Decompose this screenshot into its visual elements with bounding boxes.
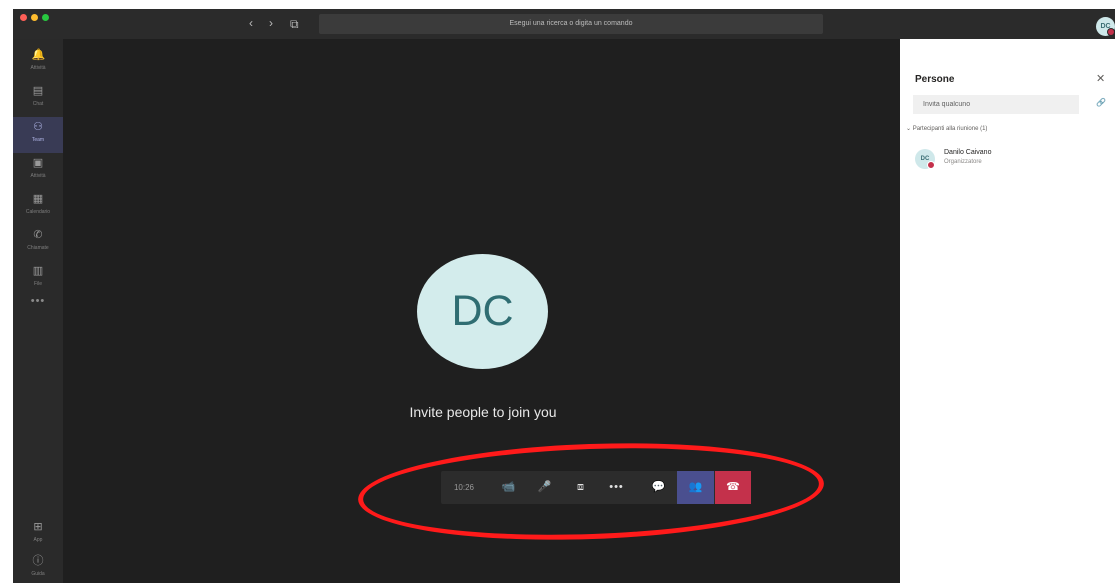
rail-item-label: App — [33, 537, 43, 543]
rail-item-calendar[interactable]: ▦ Calendario — [13, 189, 63, 225]
participant-name: Danilo Caivano — [944, 149, 992, 156]
rail-item-label: Guida — [31, 571, 45, 577]
rail-item-label: Calendario — [25, 209, 51, 215]
close-icon[interactable]: ✕ — [1096, 72, 1105, 85]
invite-someone-input[interactable] — [913, 95, 1079, 114]
phone-icon: ✆ — [33, 229, 43, 241]
briefcase-icon: ▣ — [32, 157, 44, 169]
hang-up-icon[interactable]: ☎ — [715, 471, 751, 504]
rail-item-label: Attività — [30, 173, 46, 179]
panel-title: Persone — [915, 74, 955, 85]
minimize-window-button[interactable] — [31, 14, 38, 21]
compose-icon[interactable]: ⧉ — [290, 16, 299, 32]
share-screen-icon[interactable]: ⧈ — [563, 471, 598, 504]
meeting-stage: DC Invite people to join you 10:26 📹 🎤 ⧈… — [63, 39, 900, 583]
participant-avatar: DC — [417, 254, 548, 369]
close-window-button[interactable] — [20, 14, 27, 21]
command-search-bar[interactable]: Esegui una ricerca o digita un comando — [319, 14, 823, 34]
profile-avatar[interactable]: DC — [1096, 17, 1115, 36]
rail-item-chat[interactable]: ▤ Chat — [13, 81, 63, 117]
participant-row[interactable]: DC Danilo Caivano Organizzatore — [915, 145, 1105, 173]
meeting-chat-icon[interactable]: 💬 — [641, 471, 676, 504]
more-actions-icon[interactable]: ••• — [599, 471, 634, 504]
back-icon[interactable]: ‹ — [249, 15, 253, 31]
rail-item-teams[interactable]: ⚇ Team — [13, 117, 63, 153]
rail-item-files[interactable]: ▥ File — [13, 261, 63, 297]
camera-toggle-icon[interactable]: 📹 — [491, 471, 526, 504]
invite-message: Invite people to join you — [409, 404, 557, 420]
zoom-window-button[interactable] — [42, 14, 49, 21]
people-panel: Persone ✕ 🔗 ⌄ Partecipanti alla riunione… — [900, 39, 1115, 583]
microphone-toggle-icon[interactable]: 🎤 — [527, 471, 562, 504]
rail-item-label: File — [33, 281, 43, 287]
share-invite-link-icon[interactable]: 🔗 — [1096, 98, 1106, 107]
participants-section-header[interactable]: ⌄ Partecipanti alla riunione (1) — [906, 125, 987, 132]
more-apps-icon[interactable]: ••• — [13, 295, 63, 307]
rail-item-assignments[interactable]: ▣ Attività — [13, 153, 63, 189]
apps-icon: ⊞ — [33, 521, 43, 533]
app-rail: 🔔 Attività ▤ Chat ⚇ Team ▣ Attività ▦ Ca… — [13, 39, 63, 583]
title-bar: ‹ › ⧉ Esegui una ricerca o digita un com… — [13, 9, 1115, 39]
chevron-down-icon: ⌄ — [906, 126, 913, 132]
calendar-icon: ▦ — [32, 193, 44, 205]
rail-item-help[interactable]: ⓘ Guida — [13, 551, 63, 583]
rail-item-apps[interactable]: ⊞ App — [13, 517, 63, 553]
rail-item-label: Chat — [32, 101, 44, 107]
teams-icon: ⚇ — [33, 121, 43, 133]
participants-section-label: Partecipanti alla riunione (1) — [912, 126, 988, 132]
forward-icon[interactable]: › — [269, 15, 273, 31]
rail-item-label: Attività — [30, 65, 46, 71]
bell-icon: 🔔 — [31, 49, 46, 61]
participant-row-avatar: DC — [915, 149, 935, 169]
chat-icon: ▤ — [32, 85, 44, 97]
call-timer: 10:26 — [453, 483, 475, 492]
rail-item-calls[interactable]: ✆ Chiamate — [13, 225, 63, 261]
show-participants-icon[interactable]: 👥 — [677, 471, 714, 504]
call-controls-bar: 10:26 📹 🎤 ⧈ ••• 💬 👥 ☎ — [441, 471, 751, 504]
rail-item-activity[interactable]: 🔔 Attività — [13, 45, 63, 81]
participant-role: Organizzatore — [944, 159, 982, 165]
teams-window: ‹ › ⧉ Esegui una ricerca o digita un com… — [13, 9, 1115, 583]
file-icon: ▥ — [32, 265, 44, 277]
rail-item-label: Chiamate — [27, 245, 49, 251]
rail-item-label: Team — [31, 137, 45, 143]
help-icon: ⓘ — [32, 555, 44, 567]
